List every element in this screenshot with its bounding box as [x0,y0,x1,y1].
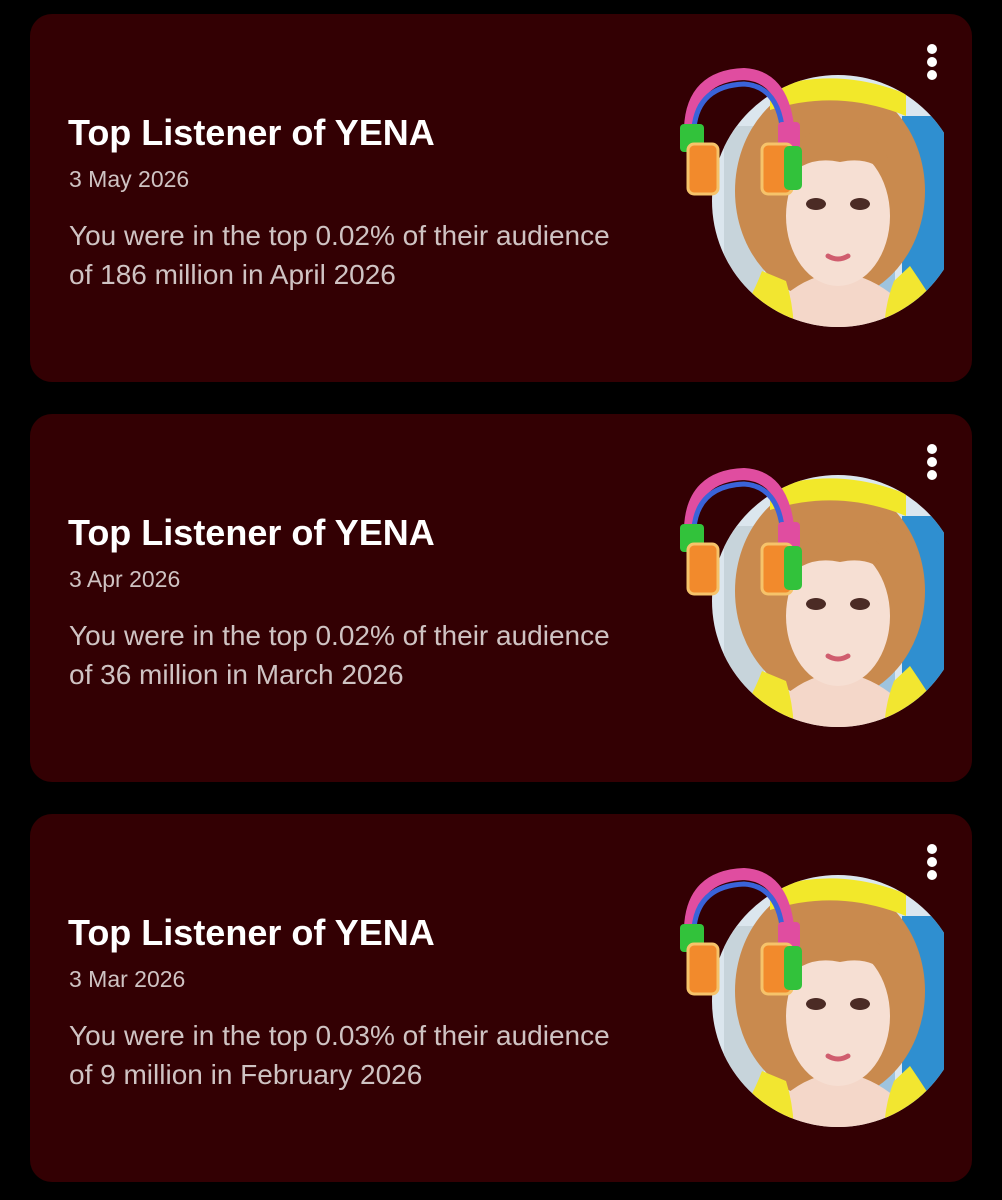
card-date: 3 Apr 2026 [69,566,181,592]
card-title: Top Listener of YENA [68,912,435,953]
top-listener-card[interactable]: Top Listener of YENA 3 Mar 2026 You were… [30,814,972,1182]
card-message: You were in the top 0.02% of their audie… [69,620,610,690]
more-vertical-icon [927,844,937,854]
card-date: 3 May 2026 [69,166,190,192]
card-date: 3 Mar 2026 [69,966,186,992]
artist-avatar [644,866,944,1136]
artist-photo [680,467,944,727]
artist-photo [680,67,944,327]
artist-avatar [644,466,944,736]
more-vertical-icon [927,444,937,454]
card-title: Top Listener of YENA [68,512,435,553]
top-listener-card[interactable]: Top Listener of YENA 3 Apr 2026 You were… [30,414,972,782]
top-listener-card[interactable]: Top Listener of YENA 3 May 2026 You were… [30,14,972,382]
more-vertical-icon [927,44,937,54]
artist-photo [680,867,944,1127]
card-message: You were in the top 0.03% of their audie… [69,1020,610,1090]
card-message: You were in the top 0.02% of their audie… [69,220,610,290]
artist-avatar [644,66,944,336]
notification-feed: Top Listener of YENA 3 May 2026 You were… [0,0,1002,1200]
card-title: Top Listener of YENA [68,112,435,153]
